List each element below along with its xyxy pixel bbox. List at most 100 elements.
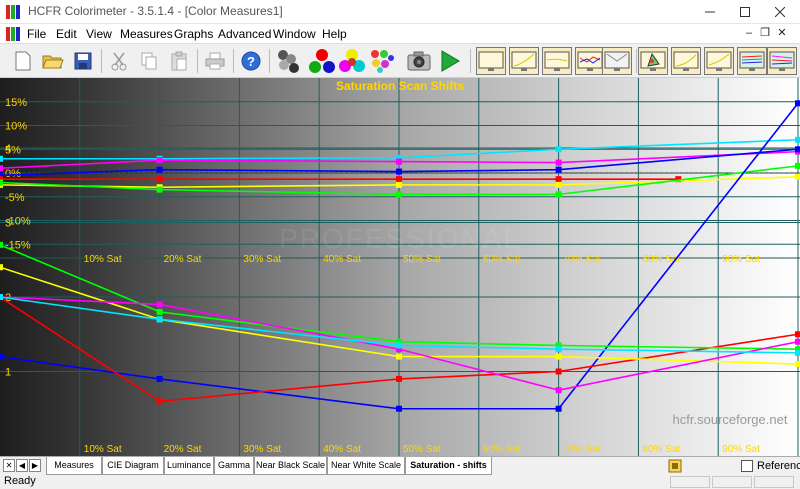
camera-button[interactable] — [404, 47, 434, 75]
menu-graphs[interactable]: Graphs — [174, 27, 213, 41]
cut-button[interactable] — [104, 47, 134, 75]
graph-near-white-button[interactable] — [704, 47, 734, 75]
menu-window[interactable]: Window — [273, 27, 316, 41]
measure-gray-button[interactable] — [274, 47, 304, 75]
y-tick-label: 4 — [5, 143, 11, 155]
watermark-text: PROFESSIONAL — [279, 223, 521, 254]
tab-near-black-scale[interactable]: Near Black Scale — [254, 457, 327, 475]
play-button[interactable] — [435, 47, 465, 75]
graph-near-black-button[interactable] — [671, 47, 701, 75]
x-tick-label: 10% Sat — [84, 444, 122, 455]
menu-view[interactable]: View — [86, 27, 112, 41]
graph-near-white-icon — [706, 51, 732, 71]
mdi-close-button[interactable]: ✕ — [775, 26, 789, 40]
measure-primaries-icon — [309, 49, 335, 73]
tab-nav-first-button[interactable]: ✕ — [3, 459, 15, 472]
graph-rgb-button[interactable] — [542, 47, 572, 75]
x-tick-label: 10% Sat — [84, 254, 122, 265]
toolbar-separator — [470, 49, 471, 73]
x-tick-label: 60% Sat — [483, 254, 521, 265]
delta-data-point — [396, 353, 402, 360]
graph-gamma-button[interactable] — [509, 47, 539, 75]
shift-data-point — [555, 176, 562, 183]
delta-data-point — [795, 361, 800, 368]
minimize-button[interactable] — [695, 0, 725, 24]
x-tick-label: 30% Sat — [243, 254, 281, 265]
graph-contrast-icon — [604, 51, 630, 71]
tab-cie-diagram[interactable]: CIE Diagram — [102, 457, 164, 475]
cut-icon — [111, 52, 127, 71]
delta-data-point — [156, 398, 163, 405]
graph-colortemp-button[interactable] — [575, 47, 605, 75]
close-button[interactable] — [765, 0, 795, 24]
graph-luminance-button[interactable] — [476, 47, 506, 75]
menu-advanced[interactable]: Advanced — [218, 27, 271, 41]
measure-primaries-button[interactable] — [307, 47, 337, 75]
tab-nav-next-button[interactable]: ▶ — [29, 459, 41, 472]
delta-data-point — [156, 301, 163, 308]
reference-label: Reference — [757, 460, 800, 472]
graph-cie-icon — [640, 51, 666, 71]
source-text: hcfr.sourceforge.net — [673, 412, 788, 427]
title-bar: HCFR Colorimeter - 3.5.1.4 - [Color Meas… — [0, 0, 800, 24]
print-button[interactable] — [200, 47, 230, 75]
toolbar-separator — [636, 49, 637, 73]
measure-saturation-button[interactable] — [367, 47, 397, 75]
menu-file[interactable]: File — [27, 27, 46, 41]
delta-data-point — [795, 349, 800, 356]
shift-data-point — [156, 157, 163, 164]
menu-edit[interactable]: Edit — [56, 27, 77, 41]
lock-icon[interactable] — [668, 459, 682, 473]
graph-gamma-icon — [511, 51, 537, 71]
tab-saturation-shifts[interactable]: Saturation - shifts — [405, 457, 492, 475]
graph-cie-button[interactable] — [638, 47, 668, 75]
open-icon — [42, 55, 64, 69]
delta-data-point — [795, 338, 800, 345]
open-button[interactable] — [38, 47, 68, 75]
tab-measures[interactable]: Measures — [46, 457, 102, 475]
maximize-button[interactable] — [730, 0, 760, 24]
paste-icon — [171, 51, 187, 71]
tab-luminance[interactable]: Luminance — [164, 457, 214, 475]
measure-secondaries-button[interactable] — [337, 47, 367, 75]
tab-gamma[interactable]: Gamma — [214, 457, 254, 475]
shift-data-point — [555, 181, 562, 188]
tab-near-white-scale[interactable]: Near White Scale — [327, 457, 405, 475]
graph-contrast-button[interactable] — [602, 47, 632, 75]
delta-data-point — [0, 294, 3, 300]
new-button[interactable] — [8, 47, 38, 75]
graph-rgb-icon — [544, 51, 570, 71]
mdi-restore-button[interactable]: ❐ — [758, 26, 772, 40]
print-icon — [205, 52, 225, 70]
menu-measures[interactable]: Measures — [120, 27, 173, 41]
delta-data-point — [396, 375, 402, 382]
save-button[interactable] — [68, 47, 98, 75]
delta-data-point — [156, 316, 163, 323]
x-tick-label: 40% Sat — [323, 444, 361, 455]
delta-data-point — [156, 308, 163, 315]
delta-data-point — [396, 342, 402, 349]
graph-saturation-luminance-button[interactable] — [767, 47, 797, 75]
menu-help[interactable]: Help — [322, 27, 347, 41]
copy-button[interactable] — [134, 47, 164, 75]
graph-near-black-icon — [673, 51, 699, 71]
maximize-icon — [740, 7, 750, 17]
delta-data-point — [555, 387, 562, 394]
status-panel — [754, 476, 794, 488]
help-button[interactable]: ? — [236, 47, 266, 75]
save-icon — [74, 52, 92, 70]
mdi-minimize-button[interactable]: – — [742, 26, 756, 40]
delta-data-point — [0, 353, 3, 360]
svg-text:?: ? — [247, 54, 255, 69]
toolbar-separator — [197, 49, 198, 73]
app-icon — [6, 5, 20, 19]
minimize-icon — [705, 11, 715, 13]
paste-button[interactable] — [164, 47, 194, 75]
reference-checkbox[interactable] — [741, 460, 753, 472]
graph-saturation-shift-button[interactable] — [737, 47, 767, 75]
tab-nav-prev-button[interactable]: ◀ — [16, 459, 28, 472]
x-tick-label: 20% Sat — [164, 254, 202, 265]
delta-data-point — [555, 368, 562, 375]
x-tick-label: 20% Sat — [164, 444, 202, 455]
document-icon — [6, 27, 20, 41]
